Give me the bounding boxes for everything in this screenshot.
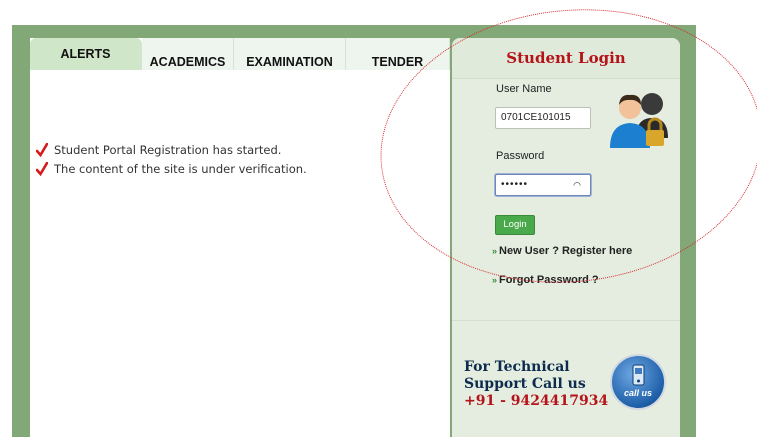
tab-label: EXAMINATION <box>246 55 333 69</box>
alert-item: The content of the site is under verific… <box>36 159 307 178</box>
alert-text: The content of the site is under verific… <box>54 161 307 176</box>
support-phone: +91 - 9424417934 <box>464 393 609 409</box>
double-arrow-icon: » <box>492 246 498 256</box>
support-line-2: Support Call us <box>464 376 586 392</box>
tab-label: TENDER <box>371 55 424 69</box>
tab-bar: ALERTS ACADEMICS EXAMINATION TENDER <box>30 38 450 70</box>
tab-examination[interactable]: EXAMINATION <box>234 38 346 70</box>
users-icon <box>610 93 668 148</box>
alert-text: Student Portal Registration has started. <box>54 142 282 157</box>
tab-alerts[interactable]: ALERTS <box>30 38 142 70</box>
double-arrow-icon: » <box>492 275 498 285</box>
login-panel-header: Student Login <box>452 38 680 79</box>
checkmark-icon <box>36 142 48 157</box>
support-line-1: For Technical <box>464 359 570 375</box>
password-input[interactable]: •••••• ◠ <box>495 174 591 196</box>
username-value: 0701CE101015 <box>501 112 571 123</box>
main-content-area <box>30 38 450 437</box>
tab-label: ACADEMICS <box>149 55 226 69</box>
tab-academics[interactable]: ACADEMICS <box>142 38 234 70</box>
panel-divider <box>452 320 680 321</box>
call-us-icon[interactable]: call us <box>610 354 666 410</box>
support-info: For Technical Support Call us +91 - 9424… <box>464 359 608 410</box>
password-label: Password <box>496 150 545 162</box>
username-label: User Name <box>496 83 552 95</box>
checkmark-icon <box>36 161 48 176</box>
show-password-icon[interactable]: ◠ <box>573 175 582 195</box>
forgot-password-link[interactable]: » Forgot Password ? <box>492 274 599 286</box>
register-link[interactable]: » New User ? Register here <box>492 245 632 257</box>
forgot-password-text: Forgot Password ? <box>499 274 599 286</box>
mobile-phone-icon <box>632 364 645 386</box>
username-input[interactable]: 0701CE101015 <box>495 107 591 129</box>
tab-label: ALERTS <box>60 47 111 61</box>
student-login-panel: Student Login User Name 0701CE101015 Pas… <box>452 38 680 437</box>
login-panel-title: Student Login <box>506 49 626 67</box>
alerts-list: Student Portal Registration has started.… <box>36 140 307 178</box>
tab-tender[interactable]: TENDER <box>346 38 450 70</box>
alert-item: Student Portal Registration has started. <box>36 140 307 159</box>
password-value: •••••• <box>501 179 529 190</box>
register-link-text: New User ? Register here <box>499 245 633 257</box>
login-button[interactable]: Login <box>495 215 535 235</box>
call-us-label: call us <box>623 388 652 398</box>
